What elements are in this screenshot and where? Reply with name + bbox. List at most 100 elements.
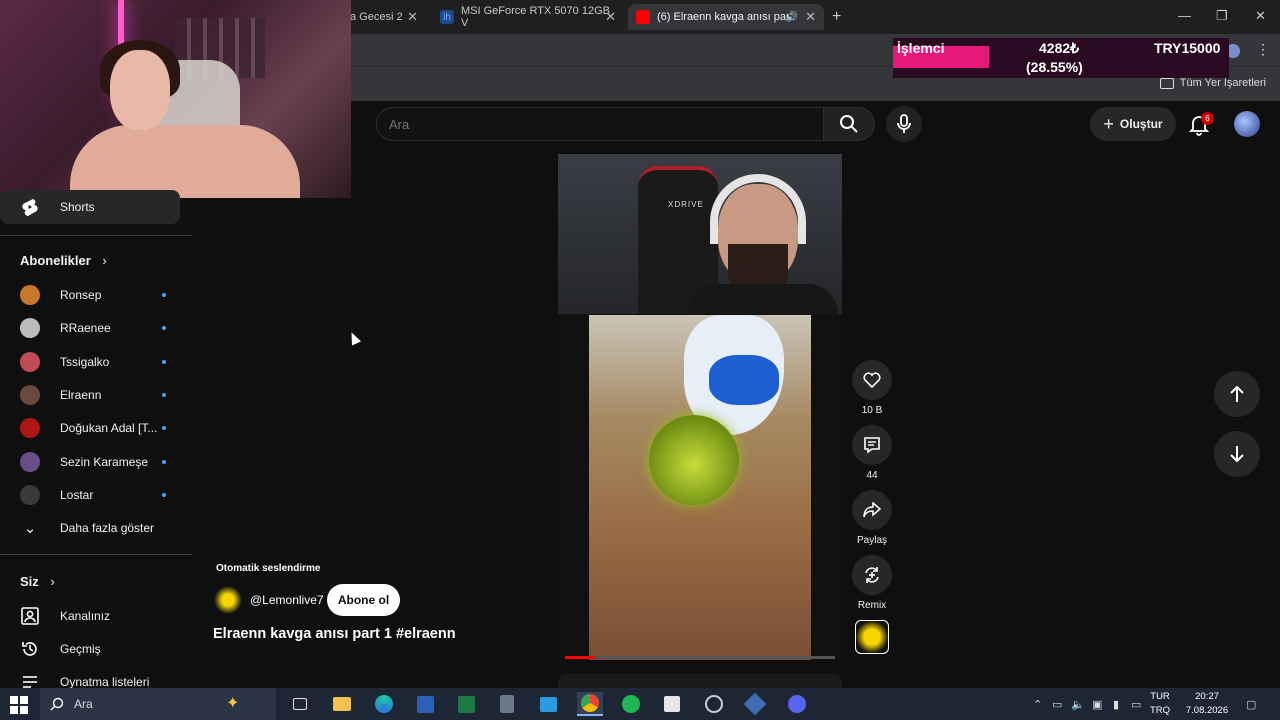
keyboard-layout: TRQ [1150,705,1171,716]
streamer-body [70,125,300,198]
like-button[interactable] [852,360,892,400]
share-icon [863,502,881,518]
system-clock[interactable]: 20:27 7.08.2026 [1184,690,1230,718]
volume-icon[interactable]: 🔈 [1071,698,1085,711]
audio-playing-icon[interactable]: 🔊 [786,12,798,23]
minimize-icon[interactable]: — [1178,8,1191,23]
sidebar-item-history[interactable]: Geçmiş [0,632,180,666]
voice-search-button[interactable] [886,106,922,142]
taskbar-search-label: Ara [74,697,93,711]
clock-date: 7.08.2026 [1185,705,1229,716]
remix-button[interactable] [852,555,892,595]
show-more-button[interactable]: ⌄ Daha fazla göster [0,511,180,545]
edge-icon[interactable] [371,692,397,716]
next-short-button[interactable] [1214,431,1260,477]
share-label: Paylaş [856,535,887,546]
video-streamer-frame: XDRIVE [558,154,842,314]
sidebar-item-label: Oynatma listeleri [60,675,150,689]
sidebar-item-subscription[interactable]: Doğukan Adal [T... [0,411,180,445]
sidebar-item-subscription[interactable]: Elraenn [0,378,180,412]
windows-start-icon[interactable] [10,696,28,714]
goal-percent: (28.55%) [1026,59,1083,75]
task-view-icon[interactable] [287,692,313,716]
close-tab-icon[interactable]: ✕ [605,9,616,25]
input-language[interactable]: TUR TRQ [1150,690,1170,718]
new-content-dot [162,293,166,297]
word-icon[interactable] [412,692,438,716]
sidebar-item-label: RRaenee [60,321,111,336]
sparkle-icon: ✦ [226,695,240,712]
taskbar-search[interactable]: Ara ✦ [40,688,276,720]
search-button[interactable] [823,107,875,141]
folder-icon [1159,77,1174,89]
chrome-icon[interactable] [577,692,603,716]
sidebar-item-subscription[interactable]: Lostar [0,478,180,512]
microphone-tray-icon[interactable]: ▮ [1113,698,1119,711]
subscriptions-heading[interactable]: Abonelikler › [20,253,107,268]
short-title[interactable]: Elraenn kavga anısı part 1 #elraenn [213,626,456,642]
channel-avatar-icon [20,451,40,472]
store-icon[interactable] [535,692,561,716]
sidebar-item-subscription[interactable]: RRaenee [0,311,180,345]
heart-icon [863,372,881,388]
video-headset [710,174,806,244]
webcam-feed [0,0,351,198]
channel-avatar[interactable] [214,586,242,614]
channel-avatar-icon [20,318,40,339]
sidebar-item-subscription[interactable]: Ronsep [0,278,180,312]
chevron-right-icon: › [50,574,55,589]
search-input[interactable] [389,108,809,140]
excel-icon[interactable] [453,692,479,716]
notifications-icon[interactable]: ▢ [1246,698,1256,711]
share-button[interactable] [852,490,892,530]
youtube-favicon-icon [636,10,650,24]
display-icon[interactable]: ▭ [1131,698,1141,711]
channel-name[interactable]: @Lemonlive7 [250,593,324,607]
previous-short-button[interactable] [1214,371,1260,417]
spotify-icon[interactable] [618,692,644,716]
video-chair-brand: XDRIVE [668,200,704,209]
search-box[interactable] [376,107,824,141]
sidebar-item-label: Sezin Karameşe [60,454,149,469]
file-explorer-icon[interactable] [329,692,355,716]
sidebar-item-subscription[interactable]: Tssigalko [0,345,180,379]
new-content-dot [162,359,166,364]
battery-icon[interactable]: ▭ [1052,698,1062,711]
tab-msi[interactable]: ih MSI GeForce RTX 5070 12GB V ✕ [432,4,624,30]
auto-dub-label: Otomatik seslendirme [216,563,321,574]
all-bookmarks-label: Tüm Yer İşaretleri [1179,77,1266,89]
tab-other[interactable]: a Gecesi 2 ✕ [342,4,426,30]
sound-source-avatar[interactable] [855,620,889,654]
performance-monitor-icon[interactable] [701,692,727,716]
network-tool-icon[interactable] [742,692,768,716]
close-window-icon[interactable]: ✕ [1255,8,1266,24]
sidebar-item-shorts[interactable]: Shorts [0,190,180,224]
maximize-icon[interactable]: ❐ [1216,8,1228,24]
video-progress-bar[interactable] [565,656,835,659]
network-icon[interactable]: ▣ [1092,698,1102,711]
sidebar-item-subscription[interactable]: Sezin Karameşe [0,445,180,479]
calculator-icon[interactable] [494,692,520,716]
site-favicon-icon: ih [440,10,454,24]
menu-icon[interactable]: ⋮ [1256,41,1270,58]
create-button[interactable]: + Oluştur [1090,107,1176,141]
subscribe-button[interactable]: Abone ol [327,584,400,616]
history-icon [20,639,40,659]
video-progress-fill [565,656,595,659]
discord-icon[interactable] [784,692,810,716]
new-tab-button[interactable]: + [832,8,841,26]
mouse-cursor [346,330,362,346]
you-heading[interactable]: Siz › [20,574,55,589]
account-avatar[interactable] [1234,111,1260,137]
sidebar-item-your-channel[interactable]: Kanalınız [0,599,180,633]
show-hidden-icons-icon[interactable]: ⌃ [1033,698,1042,711]
notepad-icon[interactable] [659,692,685,716]
close-tab-icon[interactable]: ✕ [805,9,816,25]
tab-youtube[interactable]: (6) Elraenn kavga anısı part 🔊 ✕ [628,4,824,30]
close-tab-icon[interactable]: ✕ [407,9,418,25]
comment-count: 44 [866,470,878,481]
microphone-icon [897,114,911,133]
all-bookmarks-folder[interactable]: Tüm Yer İşaretleri [1159,77,1266,89]
comments-button[interactable] [852,425,892,465]
short-video-player[interactable]: XDRIVE [558,154,842,660]
